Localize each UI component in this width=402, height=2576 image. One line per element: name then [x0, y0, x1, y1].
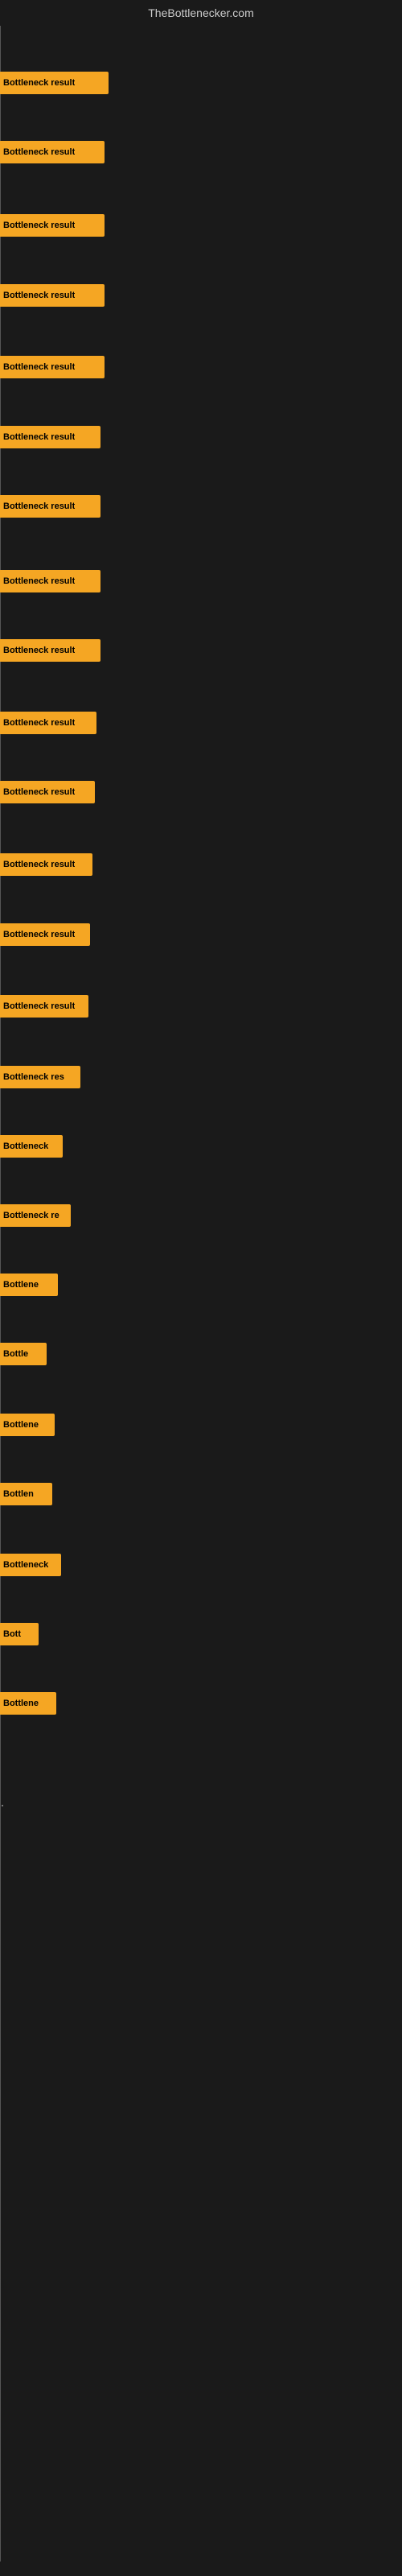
- bar-item: Bottleneck: [0, 1554, 61, 1576]
- bar-label: Bottleneck result: [3, 787, 75, 797]
- chart-area: Bottleneck result Bottleneck result Bottle…: [0, 26, 402, 2562]
- tick-mark: ·: [0, 1797, 5, 1814]
- bar-item: Bottleneck result: [0, 214, 105, 237]
- bar-item: Bottle: [0, 1343, 47, 1365]
- bar-label: Bottleneck result: [3, 147, 75, 157]
- bar-item: Bottleneck result: [0, 853, 92, 876]
- bar-label: Bottleneck re: [3, 1211, 59, 1220]
- bar-label: Bottleneck result: [3, 291, 75, 300]
- bar-item: Bottleneck re: [0, 1204, 71, 1227]
- bar-label: Bottlen: [3, 1489, 34, 1499]
- bar-item: Bottleneck: [0, 1135, 63, 1158]
- bar-item: Bottleneck result: [0, 356, 105, 378]
- bar-label: Bottleneck result: [3, 930, 75, 939]
- bar-label: Bottleneck: [3, 1560, 48, 1570]
- bar-item: Bottleneck result: [0, 141, 105, 163]
- bar-label: Bottleneck result: [3, 860, 75, 869]
- bar-item: Bottleneck result: [0, 712, 96, 734]
- bar-item: Bottleneck result: [0, 284, 105, 307]
- bar-item: Bottleneck result: [0, 426, 100, 448]
- bar-item: Bottlene: [0, 1692, 56, 1715]
- bar-label: Bottleneck result: [3, 1001, 75, 1011]
- site-title: TheBottlenecker.com: [0, 0, 402, 26]
- bar-item: Bottlen: [0, 1483, 52, 1505]
- bar-item: Bottleneck result: [0, 570, 100, 592]
- bar-label: Bottleneck: [3, 1141, 48, 1151]
- bar-item: Bottleneck result: [0, 923, 90, 946]
- bar-item: Bottleneck res: [0, 1066, 80, 1088]
- bar-item: Bottleneck result: [0, 995, 88, 1018]
- bar-label: Bottleneck result: [3, 432, 75, 442]
- bar-label: Bott: [3, 1629, 21, 1639]
- bar-label: Bottle: [3, 1349, 28, 1359]
- bar-item: Bottlene: [0, 1274, 58, 1296]
- bar-label: Bottlene: [3, 1280, 39, 1290]
- bar-label: Bottleneck result: [3, 576, 75, 586]
- bar-label: Bottleneck result: [3, 502, 75, 511]
- bar-label: Bottleneck result: [3, 718, 75, 728]
- bar-label: Bottlene: [3, 1699, 39, 1708]
- bar-item: Bott: [0, 1623, 39, 1645]
- bar-label: Bottleneck result: [3, 646, 75, 655]
- bar-label: Bottleneck res: [3, 1072, 64, 1082]
- bar-label: Bottlene: [3, 1420, 39, 1430]
- bar-item: Bottleneck result: [0, 639, 100, 662]
- bar-label: Bottleneck result: [3, 362, 75, 372]
- bar-item: Bottleneck result: [0, 781, 95, 803]
- bar-item: Bottleneck result: [0, 495, 100, 518]
- bar-item: Bottleneck result: [0, 72, 109, 94]
- bar-item: Bottlene: [0, 1414, 55, 1436]
- bar-label: Bottleneck result: [3, 78, 75, 88]
- bar-label: Bottleneck result: [3, 221, 75, 230]
